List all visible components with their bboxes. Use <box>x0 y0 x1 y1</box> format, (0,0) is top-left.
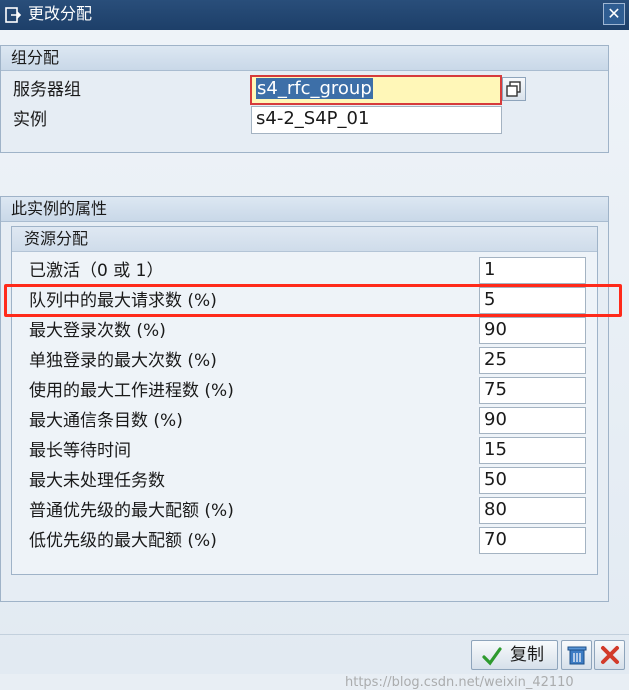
highlight-box <box>4 284 622 317</box>
instance-properties-panel: 此实例的属性 资源分配 已激活（0 或 1） 1 队列中的最大请求数 (%) 5… <box>0 196 609 602</box>
resource-label: 最大未处理任务数 <box>29 471 165 491</box>
resource-value: 80 <box>484 499 507 520</box>
instance-properties-header: 此实例的属性 <box>1 197 608 222</box>
resource-label: 单独登录的最大次数 (%) <box>29 351 217 371</box>
close-button[interactable]: ✕ <box>603 3 625 25</box>
copy-button-label: 复制 <box>510 645 544 665</box>
resource-label: 最大通信条目数 (%) <box>29 411 183 431</box>
instance-label: 实例 <box>13 110 47 130</box>
resource-label: 最长等待时间 <box>29 441 131 461</box>
dialog-body: 组分配 服务器组 s4_rfc_group 实例 s4-2_S4P_01 此实例… <box>0 30 629 690</box>
group-assignment-panel: 组分配 服务器组 s4_rfc_group 实例 s4-2_S4P_01 <box>0 45 609 153</box>
edit-document-icon <box>5 7 22 23</box>
window-title: 更改分配 <box>28 4 93 23</box>
resource-input[interactable]: 80 <box>479 497 586 524</box>
footer-divider <box>0 634 629 635</box>
cancel-icon <box>601 646 619 664</box>
instance-field[interactable]: s4-2_S4P_01 <box>251 106 502 134</box>
resource-value: 90 <box>484 409 507 430</box>
checkmark-icon <box>482 647 502 666</box>
cancel-button[interactable] <box>594 640 625 670</box>
group-assignment-title: 组分配 <box>11 48 60 67</box>
value-help-button[interactable] <box>502 77 526 101</box>
copy-button[interactable]: 复制 <box>471 640 558 670</box>
resource-value: 25 <box>484 349 507 370</box>
resource-input[interactable]: 70 <box>479 527 586 554</box>
resource-value: 50 <box>484 469 507 490</box>
resource-label: 最大登录次数 (%) <box>29 321 166 341</box>
server-group-field[interactable]: s4_rfc_group <box>250 75 502 105</box>
resource-input[interactable]: 90 <box>479 407 586 434</box>
resource-allocation-header: 资源分配 <box>12 227 597 252</box>
resource-value: 1 <box>484 259 496 280</box>
resource-label: 使用的最大工作进程数 (%) <box>29 381 234 401</box>
close-icon: ✕ <box>607 4 621 23</box>
resource-value: 75 <box>484 379 507 400</box>
resource-input[interactable]: 75 <box>479 377 586 404</box>
resource-value: 15 <box>484 439 507 460</box>
trash-icon <box>567 646 587 665</box>
resource-allocation-title: 资源分配 <box>24 229 89 248</box>
resource-label: 低优先级的最大配额 (%) <box>29 531 217 551</box>
resource-label: 普通优先级的最大配额 (%) <box>29 501 234 521</box>
instance-value: s4-2_S4P_01 <box>256 108 370 129</box>
group-assignment-header: 组分配 <box>1 46 608 71</box>
resource-value: 90 <box>484 319 507 340</box>
server-group-value: s4_rfc_group <box>256 78 373 99</box>
server-group-label: 服务器组 <box>13 80 81 100</box>
resource-allocation-panel: 资源分配 已激活（0 或 1） 1 队列中的最大请求数 (%) 5 最大登录次数… <box>11 226 598 575</box>
resource-value: 70 <box>484 529 507 550</box>
resource-input[interactable]: 1 <box>479 257 586 284</box>
resource-input[interactable]: 25 <box>479 347 586 374</box>
resource-input[interactable]: 90 <box>479 317 586 344</box>
instance-properties-title: 此实例的属性 <box>11 199 108 218</box>
copy-icon <box>506 81 521 97</box>
resource-input[interactable]: 15 <box>479 437 586 464</box>
watermark-text: https://blog.csdn.net/weixin_42110 <box>345 675 574 690</box>
resource-label: 已激活（0 或 1） <box>29 261 164 281</box>
window-titlebar: 更改分配 ✕ <box>0 0 629 30</box>
resource-input[interactable]: 50 <box>479 467 586 494</box>
delete-button[interactable] <box>561 640 592 670</box>
